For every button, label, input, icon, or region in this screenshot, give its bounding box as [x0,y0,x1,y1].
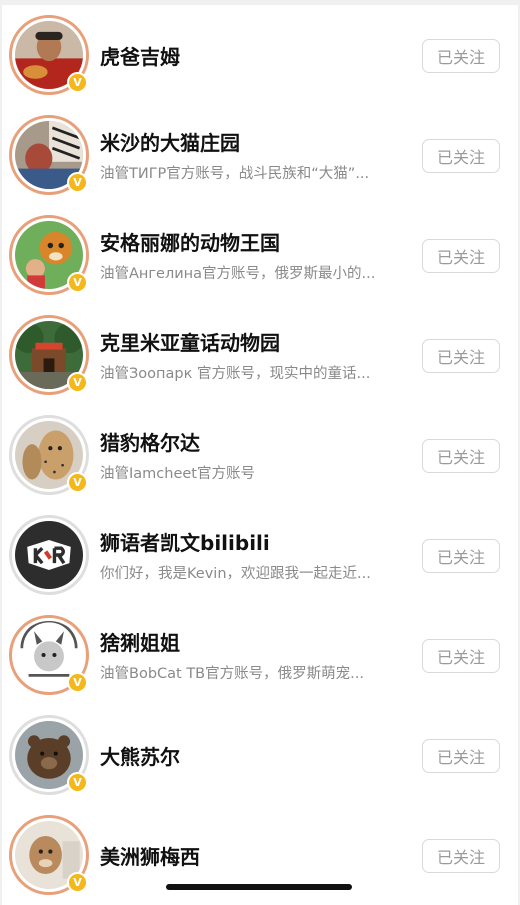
verified-badge-icon: V [67,272,88,293]
account-name: 猎豹格尔达 [100,431,200,455]
list-item[interactable]: 狮语者凯文bilibili 你们好，我是Kevin，欢迎跟我一起走近... 已关… [0,505,520,605]
verified-badge-icon: V [67,772,88,793]
avatar[interactable]: V [9,115,89,195]
following-list: V 虎爸吉姆 已关注 V 米沙的大猫庄园 油管ТИГР官方账号，战斗民族和“大猫… [0,5,520,905]
account-description: 油管BobCat TB官方账号，俄罗斯萌宠... [100,666,364,682]
account-description: 你们好，我是Kevin，欢迎跟我一起走近... [100,566,371,582]
avatar[interactable]: V [9,615,89,695]
followed-button[interactable]: 已关注 [422,339,500,373]
followed-button[interactable]: 已关注 [422,139,500,173]
list-item[interactable]: V 美洲狮梅西 已关注 [0,805,520,905]
list-item[interactable]: V 安格丽娜的动物王国 油管Ангелина官方账号，俄罗斯最小的... 已关注 [0,205,520,305]
followed-button[interactable]: 已关注 [422,739,500,773]
avatar[interactable]: V [9,315,89,395]
followed-button[interactable]: 已关注 [422,239,500,273]
avatar[interactable] [9,515,89,595]
followed-button[interactable]: 已关注 [422,539,500,573]
list-item[interactable]: V 虎爸吉姆 已关注 [0,5,520,105]
followed-button[interactable]: 已关注 [422,39,500,73]
avatar-image [15,521,83,589]
followed-button[interactable]: 已关注 [422,839,500,873]
account-description: 油管ТИГР官方账号，战斗民族和“大猫”... [100,166,370,182]
list-item[interactable]: V 猎豹格尔达 油管Iamcheet官方账号 已关注 [0,405,520,505]
account-description: 油管Зоопарк 官方账号，现实中的童话... [100,366,371,382]
account-name: 猞猁姐姐 [100,631,180,655]
verified-badge-icon: V [67,372,88,393]
verified-badge-icon: V [67,72,88,93]
list-item[interactable]: V 猞猁姐姐 油管BobCat TB官方账号，俄罗斯萌宠... 已关注 [0,605,520,705]
verified-badge-icon: V [67,172,88,193]
list-item[interactable]: V 克里米亚童话动物园 油管Зоопарк 官方账号，现实中的童话... 已关注 [0,305,520,405]
account-name: 虎爸吉姆 [100,45,180,69]
account-name: 狮语者凯文bilibili [100,531,270,555]
verified-badge-icon: V [67,472,88,493]
verified-badge-icon: V [67,872,88,893]
followed-button[interactable]: 已关注 [422,439,500,473]
avatar[interactable]: V [9,715,89,795]
account-description: 油管Iamcheet官方账号 [100,466,255,482]
avatar[interactable]: V [9,415,89,495]
avatar[interactable]: V [9,215,89,295]
home-indicator[interactable] [166,884,352,890]
list-item[interactable]: V 大熊苏尔 已关注 [0,705,520,805]
account-name: 克里米亚童话动物园 [100,331,280,355]
account-name: 美洲狮梅西 [100,845,200,869]
followed-button[interactable]: 已关注 [422,639,500,673]
account-name: 大熊苏尔 [100,745,180,769]
avatar[interactable]: V [9,815,89,895]
account-description: 油管Ангелина官方账号，俄罗斯最小的... [100,266,376,282]
list-item[interactable]: V 米沙的大猫庄园 油管ТИГР官方账号，战斗民族和“大猫”... 已关注 [0,105,520,205]
account-name: 安格丽娜的动物王国 [100,231,280,255]
avatar[interactable]: V [9,15,89,95]
verified-badge-icon: V [67,672,88,693]
account-name: 米沙的大猫庄园 [100,131,240,155]
